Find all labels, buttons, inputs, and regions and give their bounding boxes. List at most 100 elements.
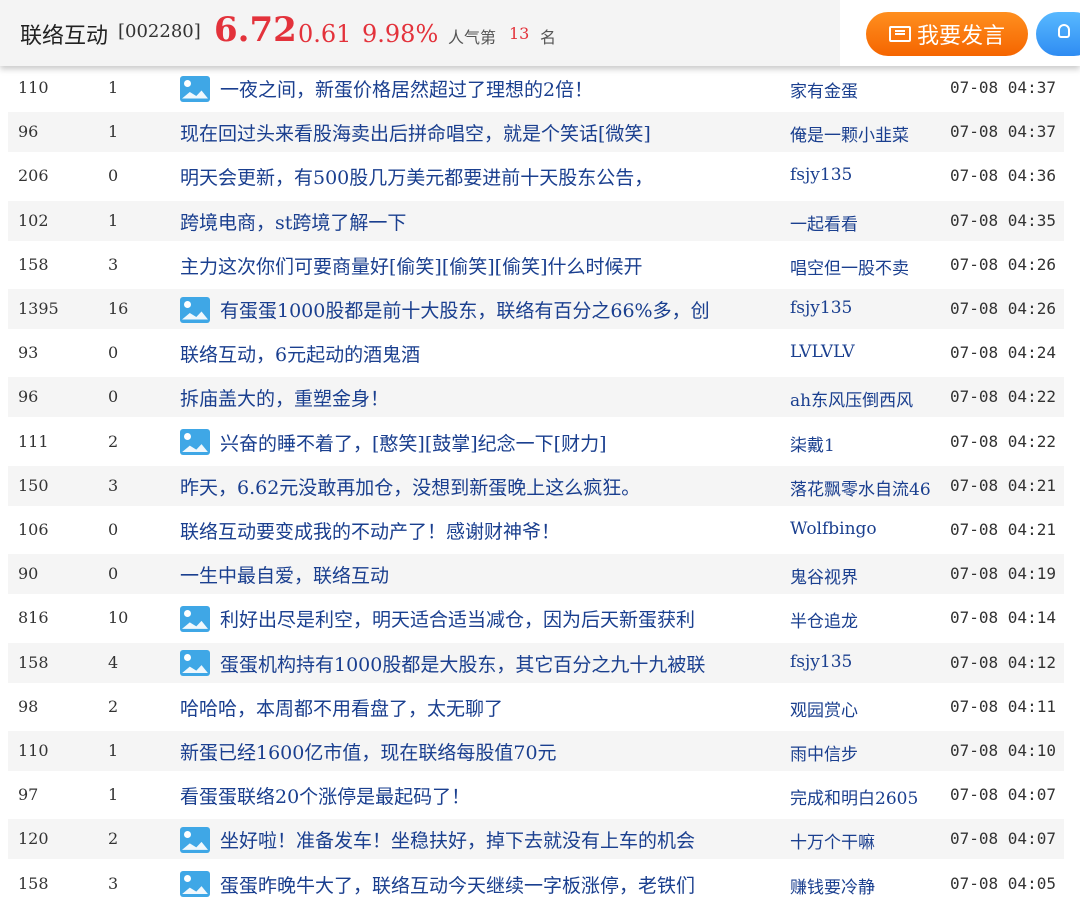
reply-count: 0 <box>108 520 119 539</box>
post-row[interactable]: 150 3 昨天，6.62元没敢再加仓，没想到新蛋晚上这么疯狂。 落花飘零水自流46 0… <box>8 465 1064 506</box>
post-time: 07-08 04:37 <box>950 122 1056 142</box>
post-title-text: 一生中最自爱，联络互动 <box>180 565 390 588</box>
author-link[interactable]: LVLVLV <box>790 342 855 362</box>
author-link[interactable]: fsjy135 <box>790 652 852 672</box>
post-row[interactable]: 106 0 联络互动要变成我的不动产了！感谢财神爷！ Wolfbingo 07-08 0… <box>8 510 1064 550</box>
read-count: 120 <box>18 829 49 849</box>
read-count: 106 <box>18 520 49 539</box>
post-time: 07-08 04:26 <box>950 299 1056 318</box>
image-icon <box>180 650 210 677</box>
post-title-link[interactable]: 主力这次你们可要商量好[偷笑][偷笑][偷笑]什么时候开 <box>180 252 642 279</box>
author-link[interactable]: 柒戴1 <box>790 431 835 456</box>
read-count: 110 <box>18 741 49 760</box>
post-title-text: 拆庙盖大的，重塑金身！ <box>180 388 390 411</box>
reply-count: 16 <box>108 299 129 318</box>
post-button[interactable]: 我要发言 <box>866 12 1028 56</box>
post-row[interactable]: 158 3 主力这次你们可要商量好[偷笑][偷笑][偷笑]什么时候开 唱空但一股不卖 0… <box>8 245 1064 285</box>
post-row[interactable]: 111 2 兴奋的睡不着了，[憨笑][鼓掌]纪念一下[财力] 柒戴1 07-08 04:… <box>8 422 1064 462</box>
post-row[interactable]: 1395 16 有蛋蛋1000股都是前十大股东，联络有百分之66%多，创 fsjy13… <box>8 289 1064 329</box>
post-title-link[interactable]: 蛋蛋昨晚牛大了，联络互动今天继续一字板涨停，老铁们 <box>180 871 695 898</box>
author-link[interactable]: 完成和明白2605 <box>790 784 918 809</box>
author-link[interactable]: 家有金蛋 <box>790 77 858 102</box>
post-title-link[interactable]: 坐好啦！准备发车！坐稳扶好，掉下去就没有上车的机会 <box>180 826 695 853</box>
post-row[interactable]: 97 1 看蛋蛋联络20个涨停是最起码了！ 完成和明白2605 07-08 04:07 <box>8 775 1064 815</box>
post-title-link[interactable]: 跨境电商，st跨境了解一下 <box>180 208 406 235</box>
read-count: 1395 <box>18 299 59 318</box>
author-link[interactable]: 赚钱要冷静 <box>790 873 875 898</box>
post-row[interactable]: 110 1 新蛋已经1600亿市值，现在联络每股值70元 雨中信步 07-08 04:1… <box>8 731 1064 771</box>
post-row[interactable]: 158 4 蛋蛋机构持有1000股都是大股东，其它百分之九十九被联 fsjy135 07… <box>8 642 1064 683</box>
post-row[interactable]: 158 3 蛋蛋昨晚牛大了，联络互动今天继续一字板涨停，老铁们 赚钱要冷静 07-08 … <box>8 864 1064 904</box>
price-change: 0.61 <box>298 20 352 48</box>
post-title-link[interactable]: 现在回过头来看股海卖出后拼命唱空，就是个笑话[微笑] <box>180 119 651 146</box>
post-title-link[interactable]: 联络互动，6元起动的酒鬼酒 <box>180 340 420 367</box>
post-row[interactable]: 206 0 明天会更新，有500股几万美元都要进前十天股东公告， fsjy135 07-… <box>8 156 1064 196</box>
post-title-text: 现在回过头来看股海卖出后拼命唱空，就是个笑话[微笑] <box>180 123 651 146</box>
stock-price: 6.72 <box>214 10 297 50</box>
post-title-link[interactable]: 联络互动要变成我的不动产了！感谢财神爷！ <box>180 517 560 544</box>
stock-name[interactable]: 联络互动 <box>20 18 108 50</box>
post-title-link[interactable]: 新蛋已经1600亿市值，现在联络每股值70元 <box>180 738 557 765</box>
post-row[interactable]: 96 0 拆庙盖大的，重塑金身！ ah东风压倒西风 07-08 04:22 <box>8 377 1064 418</box>
author-link[interactable]: 半仓追龙 <box>790 607 858 632</box>
post-title-link[interactable]: 一夜之间，新蛋价格居然超过了理想的2倍！ <box>180 75 593 102</box>
post-title-text: 一夜之间，新蛋价格居然超过了理想的2倍！ <box>220 79 594 101</box>
post-title-link[interactable]: 哈哈哈，本周都不用看盘了，太无聊了 <box>180 694 503 721</box>
read-count: 111 <box>18 431 49 451</box>
author-link[interactable]: Wolfbingo <box>790 519 877 539</box>
post-row[interactable]: 96 1 现在回过头来看股海卖出后拼命唱空，就是个笑话[微笑] 俺是一颗小韭菜 07-0… <box>8 112 1064 153</box>
read-count: 98 <box>18 696 39 716</box>
reply-count: 0 <box>108 387 119 407</box>
post-title-link[interactable]: 一生中最自爱，联络互动 <box>180 561 389 588</box>
author-link[interactable]: 观园赏心 <box>790 696 858 721</box>
author-link[interactable]: 雨中信步 <box>790 740 858 765</box>
read-count: 150 <box>18 475 49 495</box>
post-time: 07-08 04:10 <box>950 741 1056 760</box>
author-link[interactable]: 落花飘零水自流46 <box>790 475 931 500</box>
post-title-link[interactable]: 利好出尽是利空，明天适合适当减仓，因为后天新蛋获利 <box>180 605 695 632</box>
author-link[interactable]: 鬼谷视界 <box>790 563 858 588</box>
author-link[interactable]: 十万个干嘛 <box>790 828 875 853</box>
post-title-text: 哈哈哈，本周都不用看盘了，太无聊了 <box>180 697 504 720</box>
post-title-link[interactable]: 看蛋蛋联络20个涨停是最起码了！ <box>180 782 470 809</box>
post-row[interactable]: 90 0 一生中最自爱，联络互动 鬼谷视界 07-08 04:19 <box>8 554 1064 595</box>
post-title-link[interactable]: 蛋蛋机构持有1000股都是大股东，其它百分之九十九被联 <box>180 650 705 677</box>
post-title-link[interactable]: 明天会更新，有500股几万美元都要进前十天股东公告， <box>180 163 653 190</box>
read-count: 158 <box>18 254 49 274</box>
author-link[interactable]: ah东风压倒西风 <box>790 386 913 411</box>
read-count: 102 <box>18 210 49 230</box>
read-count: 158 <box>18 652 49 672</box>
author-link[interactable]: 一起看看 <box>790 210 858 235</box>
post-title-link[interactable]: 拆庙盖大的，重塑金身！ <box>180 384 389 411</box>
post-row[interactable]: 110 1 一夜之间，新蛋价格居然超过了理想的2倍！ 家有金蛋 07-08 04:37 <box>8 68 1064 108</box>
post-title-text: 新蛋已经1600亿市值，现在联络每股值70元 <box>180 742 557 764</box>
post-row[interactable]: 120 2 坐好啦！准备发车！坐稳扶好，掉下去就没有上车的机会 十万个干嘛 07-08 … <box>8 819 1064 860</box>
post-title-link[interactable]: 有蛋蛋1000股都是前十大股东，联络有百分之66%多，创 <box>180 296 710 323</box>
reply-count: 3 <box>108 254 119 274</box>
post-title-text: 联络互动要变成我的不动产了！感谢财神爷！ <box>180 521 561 543</box>
post-row[interactable]: 816 10 利好出尽是利空，明天适合适当减仓，因为后天新蛋获利 半仓追龙 07-08 … <box>8 598 1064 638</box>
reply-count: 1 <box>108 210 119 230</box>
read-count: 97 <box>18 785 39 805</box>
post-row[interactable]: 98 2 哈哈哈，本周都不用看盘了，太无聊了 观园赏心 07-08 04:11 <box>8 687 1064 727</box>
post-time: 07-08 04:21 <box>950 475 1056 495</box>
image-icon <box>180 605 210 632</box>
post-time: 07-08 04:22 <box>950 387 1056 407</box>
tip-button[interactable] <box>1036 12 1080 56</box>
image-icon <box>180 871 210 898</box>
post-row[interactable]: 102 1 跨境电商，st跨境了解一下 一起看看 07-08 04:35 <box>8 200 1064 241</box>
stock-info-bar: 联络互动 [002280] 6.72 0.61 9.98% 人气第 13 名 <box>0 0 840 66</box>
author-link[interactable]: 俺是一颗小韭菜 <box>790 121 909 146</box>
post-title-text: 利好出尽是利空，明天适合适当减仓，因为后天新蛋获利 <box>220 609 696 632</box>
post-title-text: 蛋蛋昨晚牛大了，联络互动今天继续一字板涨停，老铁们 <box>220 874 696 897</box>
image-icon <box>180 296 210 323</box>
image-icon <box>180 75 210 102</box>
post-title-link[interactable]: 昨天，6.62元没敢再加仓，没想到新蛋晚上这么疯狂。 <box>180 473 640 500</box>
reply-count: 2 <box>108 829 119 849</box>
post-title-link[interactable]: 兴奋的睡不着了，[憨笑][鼓掌]纪念一下[财力] <box>180 429 606 456</box>
post-row[interactable]: 93 0 联络互动，6元起动的酒鬼酒 LVLVLV 07-08 04:24 <box>8 333 1064 373</box>
author-link[interactable]: fsjy135 <box>790 165 852 185</box>
author-link[interactable]: 唱空但一股不卖 <box>790 254 909 279</box>
author-link[interactable]: fsjy135 <box>790 298 852 318</box>
reply-count: 1 <box>108 78 119 97</box>
